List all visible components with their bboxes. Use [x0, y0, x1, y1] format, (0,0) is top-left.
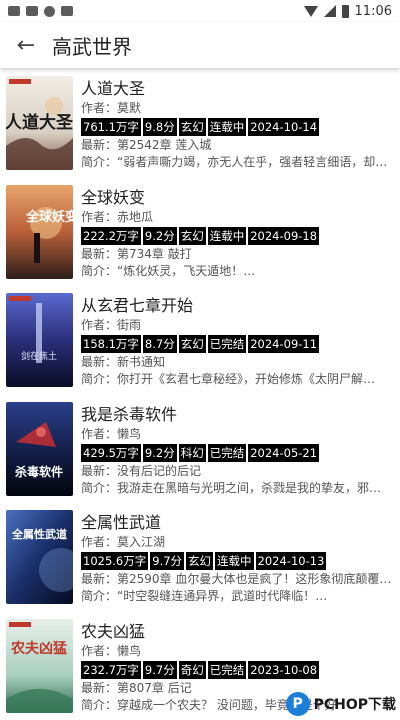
- book-item[interactable]: 全属性武道 全属性武道 作者：莫入江湖 1025.6万字 9.7分 玄幻 连载中…: [0, 504, 400, 613]
- book-title: 全属性武道: [81, 513, 162, 532]
- word-count-tag: 429.5万字: [81, 443, 141, 462]
- book-cover: 人道大圣: [6, 76, 73, 170]
- latest-chapter: 最新：新书通知: [81, 355, 166, 369]
- mail-icon: [8, 6, 20, 16]
- word-count-tag: 222.2万字: [81, 226, 141, 245]
- latest-chapter: 最新：第2542章 莲入城: [81, 138, 212, 152]
- status-tag: 连载中: [207, 118, 247, 136]
- score-tag: 9.2分: [142, 443, 177, 462]
- book-title: 全球妖变: [81, 187, 146, 207]
- book-cover: 全属性武道: [6, 510, 73, 604]
- book-intro: 简介：我游走在黑暗与光明之间，杀戮是我的挚友，邪…: [81, 480, 382, 495]
- book-list: 人道大圣 人道大圣 作者：莫默 761.1万字 9.8分 玄幻 连载中 2024…: [0, 68, 400, 720]
- status-tag: 已完结: [207, 660, 247, 679]
- system-status: 11:06: [303, 3, 392, 19]
- book-intro: 简介：“时空裂缝连通异界，武道时代降临！…: [81, 589, 328, 603]
- shield-icon: [44, 5, 55, 17]
- date-tag: 2024-10-14: [248, 118, 320, 136]
- book-title: 从玄君七章开始: [81, 296, 194, 315]
- status-tag: 连载中: [215, 552, 254, 570]
- book-title: 农夫凶猛: [81, 621, 146, 641]
- app-bar: ← 高武世界: [0, 22, 400, 68]
- latest-chapter: 最新：第734章 敲打: [81, 246, 192, 261]
- page-title: 高武世界: [52, 34, 132, 59]
- cover-title: 全属性武道: [11, 527, 67, 541]
- cover-title: 全球妖变: [25, 209, 73, 225]
- book-tags: 232.7万字 9.7分 奇幻 已完结 2023-10-08: [81, 660, 400, 679]
- mail-icon: [26, 6, 38, 16]
- word-count-tag: 1025.6万字: [81, 552, 149, 570]
- book-title: 我是杀毒软件: [81, 404, 178, 424]
- battery-icon: [341, 4, 349, 18]
- book-intro: 简介：“炼化妖灵，飞天遁地！…: [81, 263, 256, 278]
- date-tag: 2023-10-08: [248, 660, 320, 679]
- wifi-icon: [303, 5, 318, 17]
- word-count-tag: 761.1万字: [81, 118, 141, 136]
- date-tag: 2024-10-13: [255, 552, 327, 570]
- status-tag: 已完结: [207, 335, 247, 353]
- score-tag: 8.7分: [142, 335, 177, 353]
- clock: 11:06: [354, 3, 392, 19]
- book-author: 作者：街雨: [81, 318, 142, 332]
- book-tags: 222.2万字 9.2分 玄幻 连载中 2024-09-18: [81, 226, 400, 245]
- latest-chapter: 最新：没有后记的后记: [81, 463, 202, 478]
- book-item[interactable]: 杀毒软件 我是杀毒软件 作者：懒鸟 429.5万字 9.2分 科幻 已完结 20…: [0, 396, 400, 505]
- book-cover: 全球妖变: [6, 184, 73, 279]
- genre-tag: 玄幻: [178, 226, 206, 245]
- cover-title: 人道大圣: [6, 112, 73, 133]
- book-author: 作者：懒鸟: [81, 643, 142, 658]
- date-tag: 2024-09-18: [248, 226, 320, 245]
- score-tag: 9.7分: [150, 552, 185, 570]
- cover-title: 杀毒软件: [15, 464, 63, 479]
- cover-title: 剑在焦土: [21, 350, 57, 362]
- genre-tag: 玄幻: [178, 118, 206, 136]
- book-author: 作者：赤地瓜: [81, 209, 154, 224]
- genre-tag: 科幻: [178, 443, 206, 462]
- cover-title: 农夫凶猛: [10, 640, 67, 657]
- status-bar: 11:06: [0, 0, 400, 22]
- genre-tag: 玄幻: [186, 552, 214, 570]
- watermark-logo-icon: P: [285, 692, 310, 716]
- book-tags: 1025.6万字 9.7分 玄幻 连载中 2024-10-13: [81, 552, 400, 570]
- book-cover: 杀毒软件: [6, 401, 73, 496]
- score-tag: 9.8分: [142, 118, 177, 136]
- score-tag: 9.2分: [142, 226, 177, 245]
- watermark: P PCHOP下载: [285, 692, 396, 716]
- genre-tag: 奇幻: [178, 660, 206, 679]
- status-tag: 连载中: [207, 226, 247, 245]
- word-count-tag: 158.1万字: [81, 335, 141, 353]
- book-item[interactable]: 全球妖变 全球妖变 作者：赤地瓜 222.2万字 9.2分 玄幻 连载中 202…: [0, 179, 400, 288]
- book-tags: 158.1万字 8.7分 玄幻 已完结 2024-09-11: [81, 335, 400, 353]
- latest-chapter: 最新：第2590章 血尔曼大体也是疯了！这形象彻底颠覆…: [81, 572, 392, 586]
- word-count-tag: 232.7万字: [81, 660, 141, 679]
- signal-icon: [323, 5, 336, 17]
- book-tags: 761.1万字 9.8分 玄幻 连载中 2024-10-14: [81, 118, 400, 136]
- score-tag: 9.7分: [142, 660, 177, 679]
- back-arrow-icon[interactable]: ←: [14, 33, 38, 58]
- date-tag: 2024-09-11: [248, 335, 320, 353]
- book-cover: 剑在焦土: [6, 293, 73, 387]
- book-author: 作者：懒鸟: [81, 426, 142, 441]
- book-tags: 429.5万字 9.2分 科幻 已完结 2024-05-21: [81, 443, 400, 462]
- book-item[interactable]: 人道大圣 人道大圣 作者：莫默 761.1万字 9.8分 玄幻 连载中 2024…: [0, 70, 400, 179]
- status-tag: 已完结: [207, 443, 247, 462]
- book-intro: 简介：你打开《玄君七章秘经》，开始修炼《太阴尸解…: [81, 372, 376, 386]
- watermark-text: PCHOP下载: [313, 697, 396, 713]
- book-author: 作者：莫默: [81, 101, 142, 115]
- date-tag: 2024-05-21: [248, 443, 320, 462]
- book-intro: 简介：“弱者声嘶力竭，亦无人在乎，强者轻言细语，却…: [81, 155, 388, 169]
- app-notification-icon: [61, 6, 73, 16]
- book-cover: 农夫凶猛: [6, 618, 73, 713]
- book-title: 人道大圣: [81, 79, 146, 98]
- book-item[interactable]: 剑在焦土 从玄君七章开始 作者：街雨 158.1万字 8.7分 玄幻 已完结 2…: [0, 287, 400, 396]
- book-author: 作者：莫入江湖: [81, 535, 166, 549]
- notification-icons: [8, 5, 73, 17]
- genre-tag: 玄幻: [178, 335, 206, 353]
